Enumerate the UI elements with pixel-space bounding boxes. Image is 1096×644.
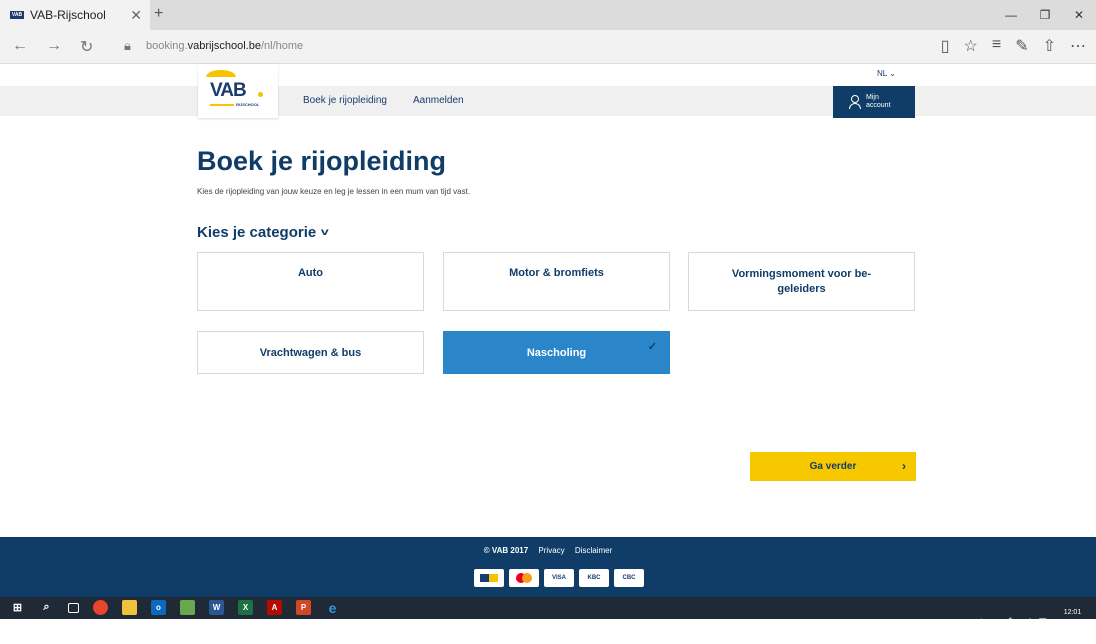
kbc-icon: KBC [579, 569, 609, 587]
back-icon[interactable]: ← [12, 37, 28, 57]
chrome-icon[interactable] [93, 600, 108, 615]
word-icon[interactable]: W [209, 600, 224, 615]
new-tab-icon[interactable]: + [154, 5, 163, 23]
reading-view-icon[interactable]: ▯ [941, 36, 950, 56]
mastercard-icon [509, 569, 539, 587]
page-subtitle: Kies de rijopleiding van jouw keuze en l… [197, 187, 471, 196]
more-icon[interactable]: ⋯ [1070, 36, 1086, 56]
browser-titlebar: VAB VAB-Rijschool ✕ + — ❐ ✕ [0, 0, 1096, 30]
bancontact-icon [474, 569, 504, 587]
outlook-icon[interactable]: o [151, 600, 166, 615]
photos-icon[interactable] [180, 600, 195, 615]
site-footer: © VAB 2017 Privacy Disclaimer VISA KBC C… [0, 537, 1096, 597]
chevron-down-icon: v [321, 227, 329, 238]
language-selector[interactable]: NL ⌄ [877, 69, 896, 78]
nav-book[interactable]: Boek je rijopleiding [303, 95, 387, 106]
category-card-motor[interactable]: Motor & bromfiets [443, 252, 670, 311]
category-card-auto[interactable]: Auto [197, 252, 424, 311]
edge-icon[interactable]: e [325, 600, 340, 616]
category-card-vormingsmoment[interactable]: Vormingsmoment voor be-geleiders [688, 252, 915, 311]
window-controls: — ❐ ✕ [994, 0, 1096, 30]
user-icon [849, 95, 861, 109]
account-label: Mijn account [866, 94, 891, 109]
notifications-icon[interactable]: ▤ [1038, 616, 1047, 627]
site-header: NL ⌄ VAB RIJSCHOOL Boek je rijopleiding … [0, 64, 1096, 118]
pen-icon[interactable]: ✎ [1008, 616, 1016, 627]
favorite-star-icon[interactable]: ☆ [964, 36, 978, 56]
windows-start-icon[interactable]: ⊞ [10, 600, 25, 615]
share-icon[interactable]: ⇧ [1043, 36, 1056, 56]
page-title: Boek je rijopleiding [197, 146, 447, 176]
category-card-nascholing[interactable]: Nascholing ✓ [443, 331, 670, 374]
network-icon[interactable]: ▭ [991, 616, 1000, 627]
clock[interactable]: 12:01 20/07/2018 [1055, 599, 1090, 644]
visa-icon: VISA [544, 569, 574, 587]
url-field[interactable]: booking.vabrijschool.be/nl/home [146, 40, 303, 52]
tray-chevron-icon[interactable]: ^ [979, 617, 983, 627]
nav-login[interactable]: Aanmelden [413, 95, 464, 106]
close-window-icon[interactable]: ✕ [1062, 0, 1096, 30]
favicon-icon: VAB [10, 11, 24, 19]
account-button[interactable]: Mijn account [833, 86, 915, 118]
category-card-vrachtwagen[interactable]: Vrachtwagen & bus [197, 331, 424, 374]
address-bar: ← → ↻ 🔒︎ booking.vabrijschool.be/nl/home… [0, 30, 1096, 64]
excel-icon[interactable]: X [238, 600, 253, 615]
payment-methods: VISA KBC CBC [474, 569, 644, 587]
continue-button[interactable]: Ga verder › [750, 452, 916, 481]
copyright: © VAB 2017 [483, 546, 529, 555]
tab-title: VAB-Rijschool [30, 8, 106, 22]
restore-icon[interactable]: ❐ [1028, 0, 1062, 30]
chevron-right-icon: › [902, 459, 906, 473]
forward-icon[interactable]: → [46, 37, 62, 57]
task-view-icon[interactable] [68, 602, 79, 613]
category-dropdown[interactable]: Kies je categorie v [197, 224, 329, 241]
search-icon[interactable]: ⌕ [39, 600, 54, 615]
header-strip [0, 86, 1096, 116]
browser-tab[interactable]: VAB VAB-Rijschool ✕ [0, 0, 150, 30]
checkmark-icon: ✓ [647, 341, 657, 353]
acrobat-icon[interactable]: A [267, 600, 282, 615]
volume-icon[interactable]: ◁ [1024, 616, 1031, 627]
logo[interactable]: VAB RIJSCHOOL [198, 64, 278, 118]
privacy-link[interactable]: Privacy [538, 546, 564, 555]
cbc-icon: CBC [614, 569, 644, 587]
file-explorer-icon[interactable] [122, 600, 137, 615]
powerpoint-icon[interactable]: P [296, 600, 311, 615]
hub-icon[interactable]: ≡ [992, 36, 1001, 56]
windows-taskbar: ⊞ ⌕ o W X A P e ^ ▭ ✎ ◁ ▤ 12:01 20/07/20… [0, 597, 1096, 634]
refresh-icon[interactable]: ↻ [80, 37, 93, 57]
close-tab-icon[interactable]: ✕ [130, 7, 142, 24]
minimize-icon[interactable]: — [994, 0, 1028, 30]
notes-icon[interactable]: ✎ [1015, 36, 1028, 56]
lock-icon: 🔒︎ [124, 38, 131, 53]
disclaimer-link[interactable]: Disclaimer [575, 546, 612, 555]
